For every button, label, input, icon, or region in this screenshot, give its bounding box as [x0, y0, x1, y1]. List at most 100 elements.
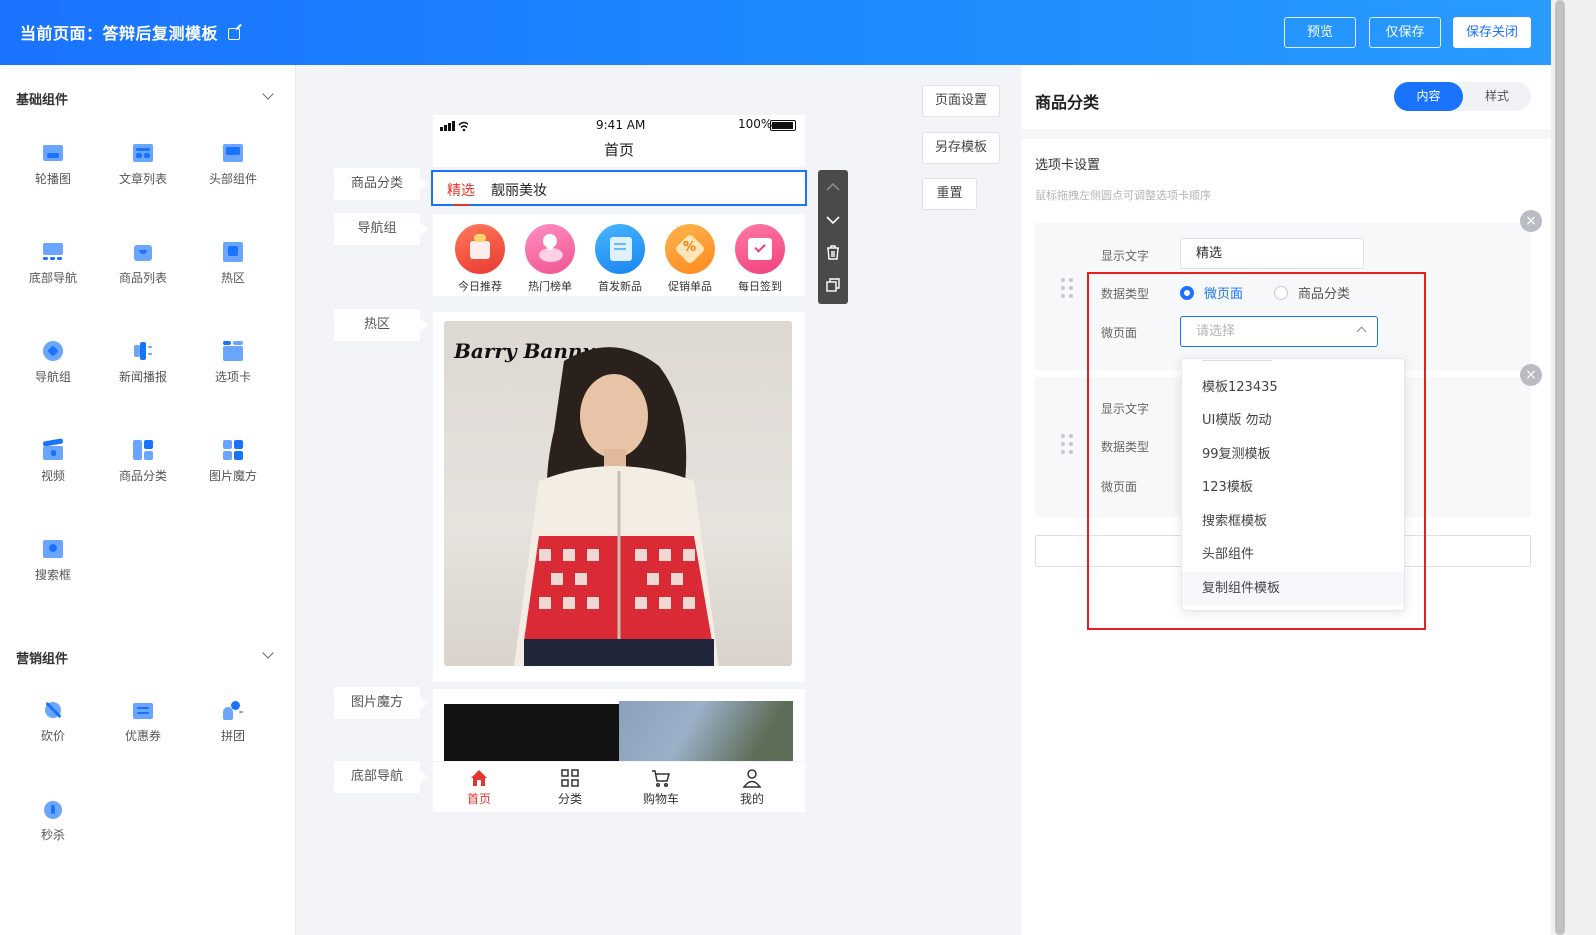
component-flash-sale[interactable]: 秒杀 [8, 798, 98, 843]
component-label: 视频 [40, 469, 65, 483]
gift-icon [455, 224, 505, 274]
reset-button[interactable]: 重置 [922, 178, 977, 210]
chevron-down-icon[interactable] [262, 647, 274, 659]
component-bottom-nav[interactable]: 底部导航 [8, 241, 98, 286]
highlight-box [1087, 272, 1426, 630]
nav-group-block[interactable]: 今日推荐 热门榜单 首发新品 % 促销单品 每日签到 [433, 214, 805, 296]
component-hot-zone[interactable]: 热区 [188, 241, 278, 286]
cube-image-right [619, 701, 793, 761]
nav-item-promo[interactable]: % 促销单品 [655, 224, 725, 294]
nav-item-new-arrival[interactable]: 首发新品 [585, 224, 655, 294]
tab-beauty[interactable]: 靓丽美妆 [491, 180, 547, 200]
component-label: 轮播图 [34, 172, 71, 186]
component-label: 商品列表 [118, 271, 167, 285]
bottom-nav-label: 我的 [739, 792, 764, 806]
side-tag-bottom-nav[interactable]: 底部导航 [334, 761, 428, 793]
header-icon [222, 142, 244, 164]
component-tabs[interactable]: 选项卡 [188, 340, 278, 385]
bag-icon [132, 241, 154, 263]
bottom-nav-profile[interactable]: 我的 [712, 768, 792, 807]
edit-icon[interactable] [228, 28, 241, 40]
bottom-nav-icon [42, 241, 64, 263]
component-video[interactable]: 视频 [8, 438, 98, 484]
move-down-icon[interactable] [818, 203, 848, 236]
page-scrollbar[interactable] [1551, 0, 1596, 935]
component-label: 拼团 [220, 729, 245, 743]
component-group-buy[interactable]: 拼团 [188, 699, 278, 744]
drag-handle-icon[interactable] [1061, 434, 1075, 460]
page-settings-button[interactable]: 页面设置 [922, 85, 1000, 117]
component-label: 秒杀 [40, 828, 65, 842]
tab-settings-heading: 选项卡设置 [1035, 158, 1101, 173]
component-image-cube[interactable]: 图片魔方 [188, 439, 278, 484]
bottom-nav-category[interactable]: 分类 [530, 768, 610, 807]
component-product-list[interactable]: 商品列表 [98, 241, 188, 286]
component-search[interactable]: 搜索框 [8, 538, 98, 583]
component-bargain[interactable]: 砍价 [8, 699, 98, 744]
basic-components-heading: 基础组件 [16, 93, 69, 108]
save-only-button[interactable]: 仅保存 [1369, 17, 1441, 48]
component-nav-group[interactable]: 导航组 [8, 340, 98, 385]
component-header[interactable]: 头部组件 [188, 142, 278, 187]
nav-item-checkin[interactable]: 每日签到 [725, 224, 795, 294]
component-news[interactable]: 新闻播报 [98, 340, 188, 385]
side-tag-nav-group[interactable]: 导航组 [334, 213, 428, 245]
drag-handle-icon[interactable] [1061, 278, 1075, 304]
side-tag-category[interactable]: 商品分类 [334, 168, 428, 200]
nav-item-hot-list[interactable]: 热门榜单 [515, 224, 585, 294]
preview-button[interactable]: 预览 [1284, 17, 1356, 48]
component-label: 砍价 [40, 729, 65, 743]
copy-icon[interactable] [818, 269, 848, 302]
list-icon [132, 142, 154, 164]
save-close-button[interactable]: 保存关闭 [1453, 17, 1531, 48]
image-cube-block[interactable] [433, 689, 805, 761]
battery-icon [770, 120, 796, 131]
move-up-icon[interactable] [818, 170, 848, 203]
girl-photo-illustration [514, 347, 719, 666]
component-label: 导航组 [34, 370, 71, 384]
category-tabs-block[interactable]: 精选 靓丽美妆 [431, 170, 807, 206]
component-article-list[interactable]: 文章列表 [98, 142, 188, 187]
component-category[interactable]: 商品分类 [98, 439, 188, 484]
save-as-template-button[interactable]: 另存模板 [922, 132, 1000, 164]
status-time: 9:41 AM [596, 118, 646, 132]
display-text-input[interactable]: 精选 [1180, 238, 1364, 269]
side-tag-cube[interactable]: 图片魔方 [334, 687, 428, 719]
close-icon[interactable]: × [1520, 210, 1542, 232]
bottom-nav-label: 购物车 [642, 792, 679, 806]
nav-item-recommend[interactable]: 今日推荐 [445, 224, 515, 294]
nav-item-label: 热门榜单 [528, 280, 572, 293]
bargain-icon [42, 699, 64, 721]
chevron-down-icon[interactable] [262, 88, 274, 100]
signal-icon [440, 120, 470, 135]
content-style-switch: 内容 样式 [1394, 82, 1531, 111]
component-panel: 基础组件 轮播图 文章列表 头部组件 底部导航 商品列表 热区 导航组 新闻播报… [0, 65, 296, 935]
bottom-nav-home[interactable]: 首页 [439, 768, 519, 807]
top-header: 当前页面：答辩后复测模板 预览 仅保存 保存关闭 [0, 0, 1596, 65]
component-label: 底部导航 [28, 271, 77, 285]
tab-featured[interactable]: 精选 [447, 180, 475, 206]
delete-icon[interactable] [818, 236, 848, 269]
nav-item-label: 首发新品 [598, 280, 642, 293]
divider [1021, 129, 1551, 139]
hot-zone-block[interactable]: Barry Banny [433, 312, 805, 682]
component-label: 新闻播报 [118, 370, 167, 384]
component-label: 图片魔方 [208, 469, 257, 483]
display-text-label: 显示文字 [1101, 249, 1150, 263]
component-carousel[interactable]: 轮播图 [8, 142, 98, 187]
tab-content[interactable]: 内容 [1394, 82, 1463, 111]
bottom-nav-block[interactable]: 首页 分类 购物车 我的 [433, 762, 805, 812]
page-title: 当前页面：答辩后复测模板 [20, 24, 219, 43]
phone-page-title: 首页 [433, 137, 805, 167]
group-icon [222, 699, 244, 721]
component-label: 热区 [220, 271, 245, 285]
scrollbar-thumb[interactable] [1555, 0, 1565, 935]
tab-style[interactable]: 样式 [1463, 82, 1531, 111]
close-icon[interactable]: × [1520, 364, 1542, 386]
drag-hint: 鼠标拖拽左侧圆点可调整选项卡顺序 [1035, 189, 1211, 202]
category-icon [132, 439, 154, 461]
hot-zone-icon [222, 241, 244, 263]
bottom-nav-cart[interactable]: 购物车 [621, 768, 701, 807]
side-tag-hot-zone[interactable]: 热区 [334, 309, 428, 341]
component-coupon[interactable]: 优惠券 [98, 699, 188, 744]
